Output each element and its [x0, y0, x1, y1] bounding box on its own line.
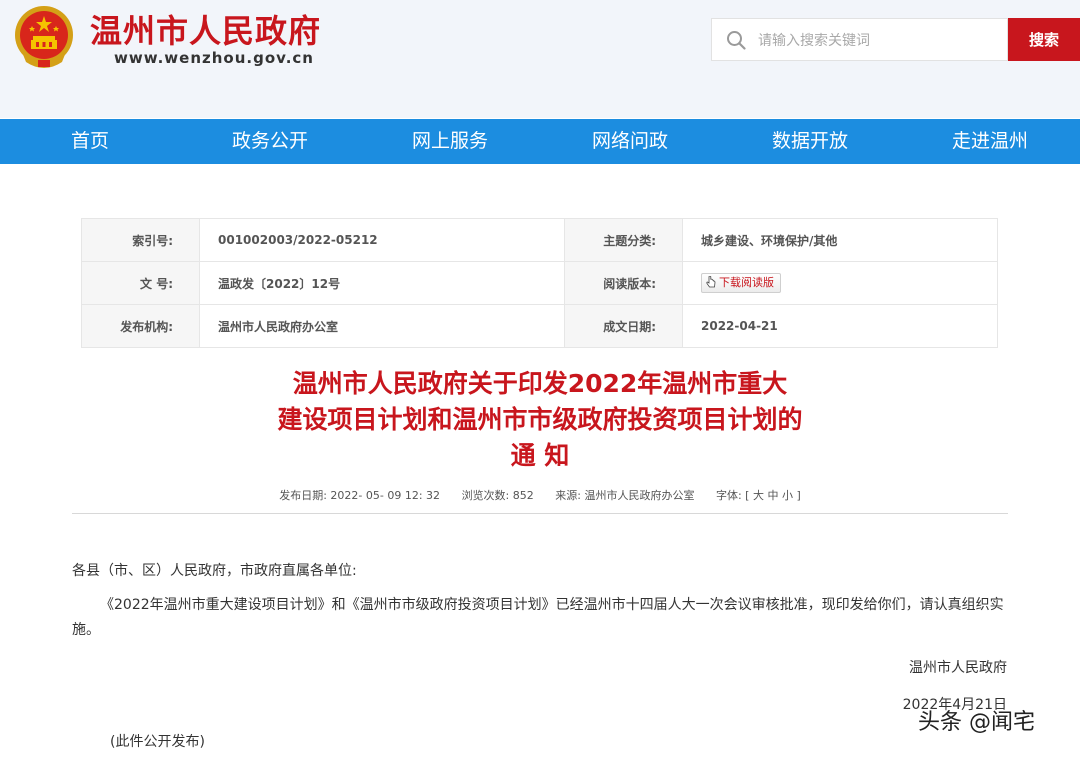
site-title[interactable]: 温州市人民政府: [90, 6, 321, 52]
index-label: 索引号:: [81, 218, 200, 262]
nav-item-open-data[interactable]: 数据开放: [720, 119, 900, 164]
search-icon: [727, 31, 746, 50]
table-row: 文 号: 温政发〔2022〕12号 阅读版本: 下载阅读版: [81, 261, 998, 305]
topic-label: 主题分类:: [564, 218, 683, 262]
date-label: 成文日期:: [564, 304, 683, 348]
nav-item-online-services[interactable]: 网上服务: [360, 119, 540, 164]
font-size-switcher[interactable]: 字体: [ 大 中 小 ]: [716, 489, 801, 502]
date-value: 2022-04-21: [682, 304, 998, 348]
view-count: 浏览次数: 852: [461, 489, 534, 502]
topic-value: 城乡建设、环境保护/其他: [682, 218, 998, 262]
national-emblem-icon: [15, 6, 73, 68]
publish-date: 发布日期: 2022- 05- 09 12: 32: [279, 489, 441, 502]
search-input[interactable]: [756, 27, 1000, 55]
site-url: www.wenzhou.gov.cn: [114, 49, 314, 67]
docno-value: 温政发〔2022〕12号: [199, 261, 565, 305]
reading-version-cell: 下载阅读版: [682, 261, 998, 305]
nav-item-about-wenzhou[interactable]: 走进温州: [900, 119, 1080, 164]
table-row: 发布机构: 温州市人民政府办公室 成文日期: 2022-04-21: [81, 304, 998, 348]
nav-item-government-affairs[interactable]: 政务公开: [180, 119, 360, 164]
salutation: 各县（市、区）人民政府，市政府直属各单位:: [72, 563, 357, 579]
search-box: [711, 18, 1008, 61]
download-reading-version-button[interactable]: 下载阅读版: [701, 273, 781, 293]
body-paragraph: 《2022年温州市重大建设项目计划》和《温州市市级政府投资项目计划》已经温州市十…: [72, 597, 1004, 638]
search-button[interactable]: 搜索: [1008, 18, 1080, 61]
site-header: 温州市人民政府 www.wenzhou.gov.cn 搜索: [0, 0, 1080, 118]
reading-version-label: 阅读版本:: [564, 261, 683, 305]
index-value: 001002003/2022-05212: [199, 218, 565, 262]
docno-label: 文 号:: [81, 261, 200, 305]
download-hand-icon: [706, 276, 716, 288]
issuer-label: 发布机构:: [81, 304, 200, 348]
nav-item-online-inquiry[interactable]: 网络问政: [540, 119, 720, 164]
article-title: 温州市人民政府关于印发2022年温州市重大 建设项目计划和温州市市级政府投资项目…: [180, 366, 900, 474]
article-title-line-1: 温州市人民政府关于印发2022年温州市重大: [292, 369, 788, 398]
article-source: 来源: 温州市人民政府办公室: [555, 489, 695, 502]
watermark: 头条 @闻宅: [918, 710, 1035, 735]
table-row: 索引号: 001002003/2022-05212 主题分类: 城乡建设、环境保…: [81, 218, 998, 262]
publication-note: (此件公开发布): [110, 734, 205, 750]
document-info-table: 索引号: 001002003/2022-05212 主题分类: 城乡建设、环境保…: [81, 218, 998, 348]
issuer-value: 温州市人民政府办公室: [199, 304, 565, 348]
nav-item-home[interactable]: 首页: [0, 119, 180, 164]
main-nav: 首页 政务公开 网上服务 网络问政 数据开放 走进温州: [0, 119, 1080, 164]
article-meta: 发布日期: 2022- 05- 09 12: 32 浏览次数: 852 来源: …: [0, 487, 1080, 503]
download-button-label: 下载阅读版: [719, 276, 774, 289]
divider: [72, 513, 1008, 514]
signature: 温州市人民政府: [909, 660, 1007, 676]
article-title-line-3: 通 知: [510, 441, 570, 470]
article-title-line-2: 建设项目计划和温州市市级政府投资项目计划的: [277, 405, 803, 434]
